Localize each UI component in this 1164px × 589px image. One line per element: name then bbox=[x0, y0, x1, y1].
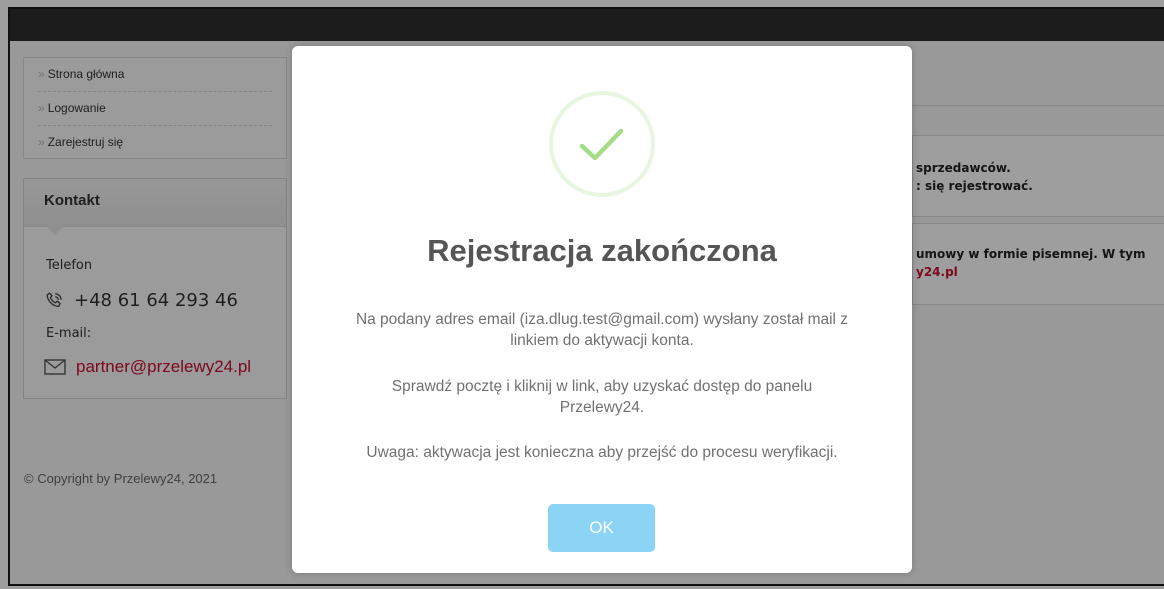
success-check-icon bbox=[549, 91, 655, 197]
dialog-message-1: Na podany adres email (iza.dlug.test@gma… bbox=[355, 311, 849, 349]
dialog-message-3: Uwaga: aktywacja jest konieczna aby prze… bbox=[366, 444, 838, 461]
dialog-title: Rejestracja zakończona bbox=[427, 233, 777, 268]
ok-button[interactable]: OK bbox=[548, 504, 655, 552]
checkmark-icon bbox=[579, 128, 624, 161]
dialog-message-2: Sprawdź pocztę i kliknij w link, aby uzy… bbox=[391, 378, 813, 416]
registration-complete-dialog: Rejestracja zakończona Na podany adres e… bbox=[292, 46, 912, 573]
